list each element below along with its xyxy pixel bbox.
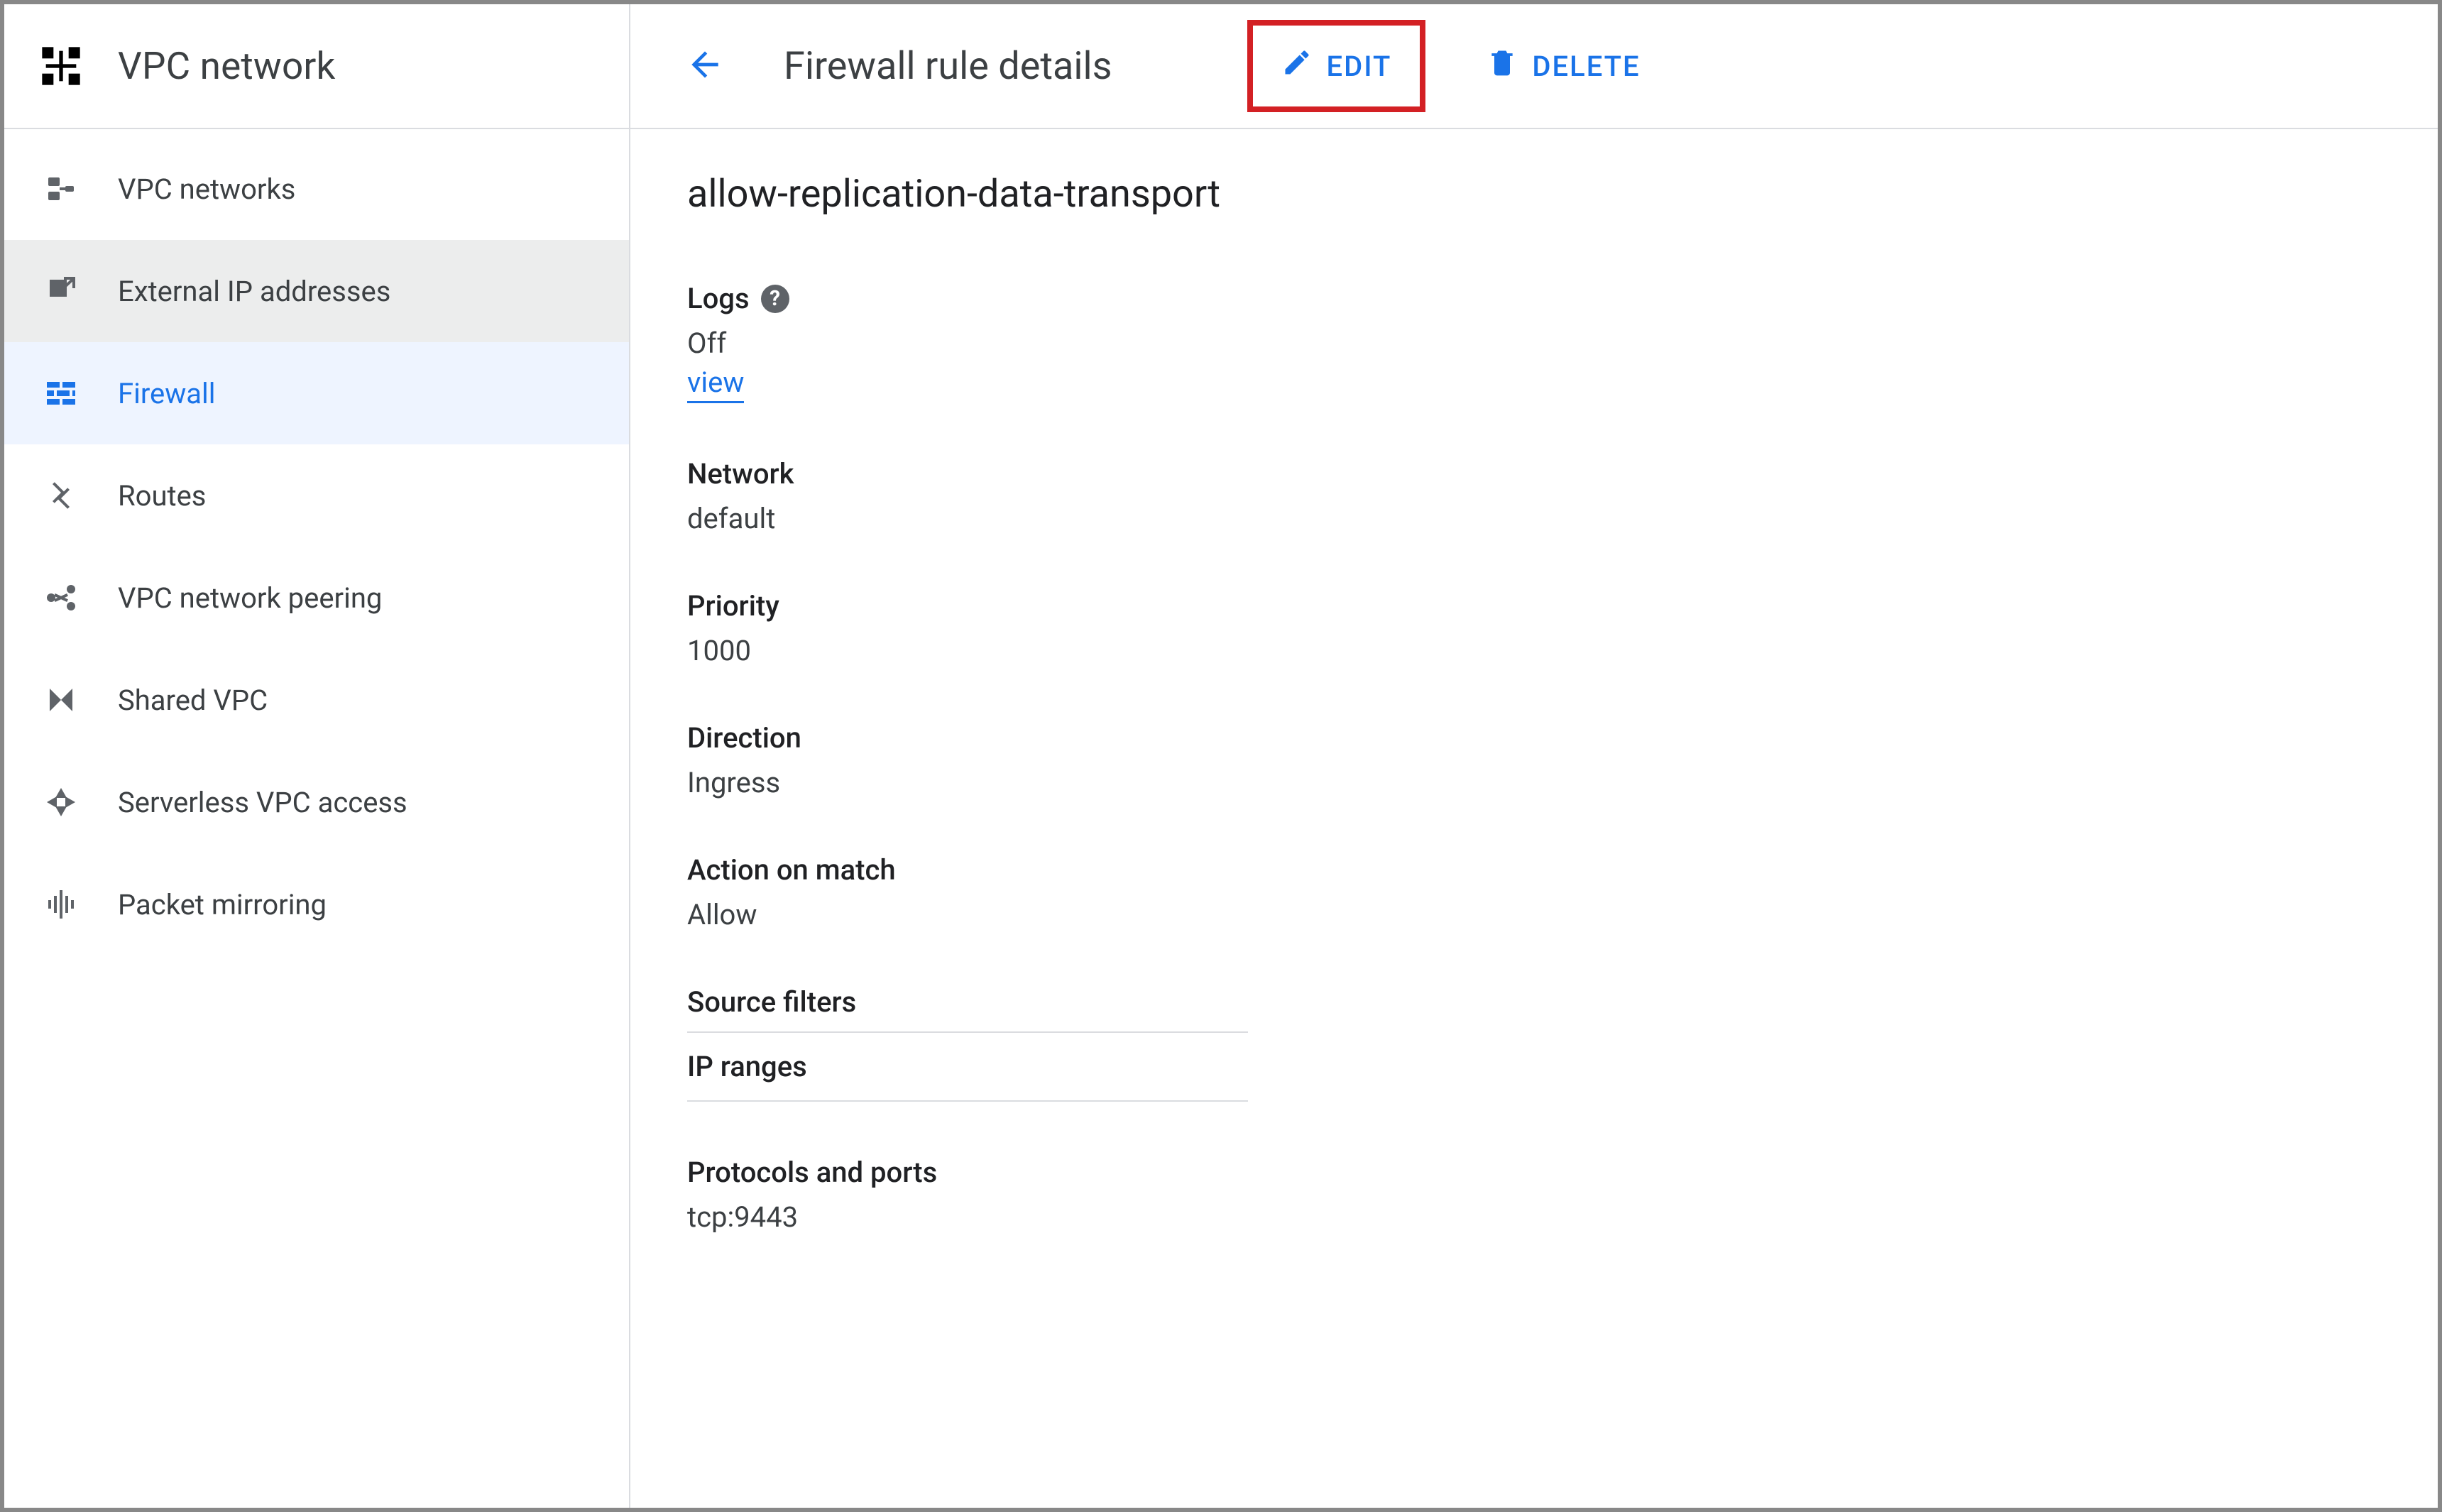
action-value: Allow	[687, 898, 2381, 931]
ip-ranges-row: IP ranges	[687, 1033, 1248, 1102]
sidebar-nav: VPC networks External IP addresses Firew…	[4, 129, 629, 955]
delete-button[interactable]: DELETE	[1462, 29, 1664, 103]
sidebar-item-mirroring[interactable]: Packet mirroring	[4, 853, 629, 955]
field-protocols: Protocols and ports tcp:9443	[687, 1156, 2381, 1234]
delete-label: DELETE	[1532, 50, 1640, 83]
network-label: Network	[687, 457, 794, 491]
toolbar: Firewall rule details EDIT DELETE	[630, 4, 2438, 129]
field-action: Action on match Allow	[687, 853, 2381, 931]
sidebar-item-label: Firewall	[118, 377, 216, 410]
direction-label: Direction	[687, 721, 801, 755]
sidebar-item-label: Routes	[118, 479, 206, 513]
sidebar-item-serverless[interactable]: Serverless VPC access	[4, 751, 629, 853]
sidebar-item-shared-vpc[interactable]: Shared VPC	[4, 649, 629, 751]
protocols-value: tcp:9443	[687, 1200, 2381, 1234]
back-button[interactable]	[666, 27, 744, 105]
sidebar-item-firewall[interactable]: Firewall	[4, 342, 629, 444]
priority-label: Priority	[687, 589, 779, 623]
action-label: Action on match	[687, 853, 896, 887]
sidebar-item-label: External IP addresses	[118, 275, 390, 308]
logs-value: Off	[687, 327, 2381, 360]
direction-value: Ingress	[687, 766, 2381, 799]
back-arrow-icon	[685, 45, 725, 87]
sidebar-item-label: Packet mirroring	[118, 888, 327, 921]
edit-button[interactable]: EDIT	[1247, 20, 1426, 112]
sidebar-item-label: VPC networks	[118, 172, 295, 206]
routes-icon	[33, 478, 89, 513]
source-filters-heading: Source filters	[687, 985, 1248, 1033]
sidebar-header: VPC network	[4, 4, 629, 129]
firewall-icon	[33, 376, 89, 410]
sidebar-item-vpc-networks[interactable]: VPC networks	[4, 138, 629, 240]
serverless-icon	[33, 785, 89, 819]
field-priority: Priority 1000	[687, 589, 2381, 667]
protocols-label: Protocols and ports	[687, 1156, 937, 1189]
sidebar-item-peering[interactable]: VPC network peering	[4, 547, 629, 649]
main: Firewall rule details EDIT DELETE allow-…	[630, 4, 2438, 1508]
help-icon[interactable]: ?	[761, 285, 789, 313]
sidebar: VPC network VPC networks External IP add…	[4, 4, 630, 1508]
network-value: default	[687, 502, 2381, 535]
vpc-network-product-icon	[33, 43, 89, 89]
logs-view-link[interactable]: view	[687, 364, 744, 403]
peering-icon	[33, 581, 89, 615]
priority-value: 1000	[687, 634, 2381, 667]
sidebar-item-external-ip[interactable]: External IP addresses	[4, 240, 629, 342]
logs-label: Logs	[687, 282, 750, 315]
sidebar-item-label: Shared VPC	[118, 684, 268, 717]
field-direction: Direction Ingress	[687, 721, 2381, 799]
sidebar-item-label: VPC network peering	[118, 581, 382, 615]
sidebar-item-routes[interactable]: Routes	[4, 444, 629, 547]
vpc-networks-icon	[33, 172, 89, 206]
edit-label: EDIT	[1327, 50, 1392, 83]
rule-name: allow-replication-data-transport	[687, 172, 2381, 217]
trash-icon	[1486, 47, 1532, 85]
external-ip-icon	[33, 274, 89, 308]
page-title: Firewall rule details	[784, 44, 1112, 89]
mirroring-icon	[33, 887, 89, 921]
sidebar-title: VPC network	[118, 44, 336, 88]
field-network: Network default	[687, 457, 2381, 535]
sidebar-item-label: Serverless VPC access	[118, 786, 407, 819]
pencil-icon	[1281, 47, 1327, 85]
content: allow-replication-data-transport Logs ? …	[630, 129, 2438, 1281]
shared-vpc-icon	[33, 683, 89, 717]
field-logs: Logs ? Off view	[687, 282, 2381, 403]
